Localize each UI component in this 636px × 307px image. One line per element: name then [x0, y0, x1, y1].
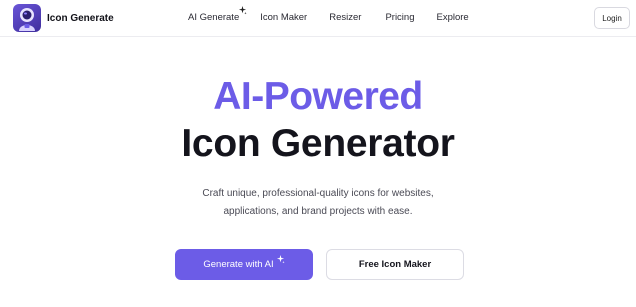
nav-item-explore[interactable]: Explore	[436, 12, 468, 23]
sparkle-icon	[276, 255, 285, 264]
hero-title-accent: AI-Powered	[213, 75, 423, 118]
page: Icon Generate AI Generate Icon Maker Res…	[0, 0, 636, 307]
free-icon-maker-button[interactable]: Free Icon Maker	[326, 249, 464, 280]
sparkle-icon	[239, 6, 247, 15]
hero-subtitle: Craft unique, professional-quality icons…	[0, 185, 636, 221]
nav-item-pricing[interactable]: Pricing	[385, 12, 414, 23]
hero-subtitle-line: applications, and brand projects with ea…	[223, 206, 413, 217]
nav-item-ai-generate[interactable]: AI Generate	[188, 6, 247, 23]
top-nav-bar: Icon Generate AI Generate Icon Maker Res…	[0, 0, 636, 37]
main-nav: AI Generate Icon Maker Resizer Pricing E…	[188, 6, 469, 23]
hero-subtitle-line: Craft unique, professional-quality icons…	[202, 188, 434, 199]
generate-with-ai-label: Generate with AI	[203, 259, 274, 270]
login-button[interactable]: Login	[594, 7, 630, 29]
hero-title: Icon Generator	[181, 122, 455, 165]
brand-name: Icon Generate	[47, 12, 114, 24]
brand-link[interactable]: Icon Generate	[13, 4, 114, 32]
nav-item-resizer[interactable]: Resizer	[329, 12, 361, 23]
astronaut-icon	[13, 4, 41, 32]
generate-with-ai-button[interactable]: Generate with AI	[175, 249, 313, 280]
nav-item-icon-maker[interactable]: Icon Maker	[260, 12, 307, 23]
nav-item-label: AI Generate	[188, 12, 240, 23]
